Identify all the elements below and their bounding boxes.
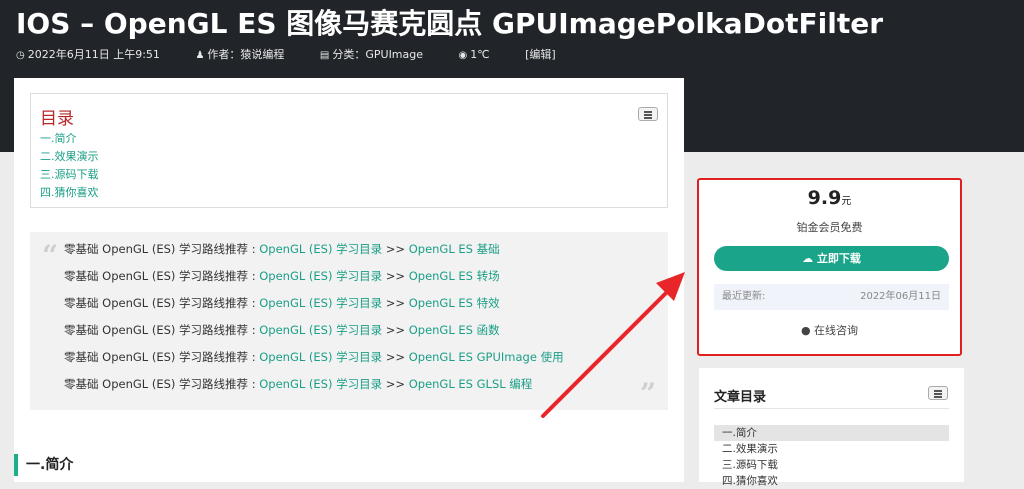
toc-item[interactable]: 四.猜你喜欢 <box>40 184 99 202</box>
clock-icon: ◷ <box>16 50 25 61</box>
quote-line: 零基础 OpenGL (ES) 学习路线推荐 : OpenGL (ES) 学习目… <box>64 377 533 391</box>
toc-list: 一.简介 二.效果演示 三.源码下载 四.猜你喜欢 <box>40 130 99 202</box>
topic-link[interactable]: OpenGL ES 特效 <box>409 296 500 310</box>
toc-item[interactable]: 一.简介 <box>40 130 99 148</box>
quote-lines: 零基础 OpenGL (ES) 学习路线推荐 : OpenGL (ES) 学习目… <box>64 241 564 403</box>
quote-line: 零基础 OpenGL (ES) 学习路线推荐 : OpenGL (ES) 学习目… <box>64 269 500 283</box>
post-meta: ◷ 2022年6月11日 上午9:51 ♟ 作者：猿说编程 ▤ 分类：GPUImage… <box>16 46 572 62</box>
download-button[interactable]: ☁ 立即下载 <box>714 246 949 271</box>
toc-item[interactable]: 二.效果演示 <box>40 148 99 166</box>
learning-path-quote: “ ” 零基础 OpenGL (ES) 学习路线推荐 : OpenGL (ES)… <box>30 232 668 410</box>
sidebar-toc-item[interactable]: 三.源码下载 <box>714 457 949 473</box>
user-icon: ♟ <box>195 50 205 61</box>
sidebar-toc: 文章目录 一.简介 二.效果演示 三.源码下载 四.猜你喜欢 <box>699 368 964 487</box>
download-box: 9.9元 铂金会员免费 ☁ 立即下载 最近更新: 2022年06月11日 ● 在… <box>697 178 962 356</box>
folder-icon: ▤ <box>319 50 330 61</box>
quote-line: 零基础 OpenGL (ES) 学习路线推荐 : OpenGL (ES) 学习目… <box>64 242 500 256</box>
topic-link[interactable]: OpenGL ES GLSL 编程 <box>409 377 533 391</box>
eye-icon: ◉ <box>458 50 468 61</box>
post-title: IOS – OpenGL ES 图像马赛克圆点 GPUImagePolkaDot… <box>16 7 884 40</box>
post-date: ◷ 2022年6月11日 上午9:51 <box>16 48 160 61</box>
quote-open-icon: “ <box>42 239 59 272</box>
post-category[interactable]: ▤ 分类：GPUImage <box>320 48 439 61</box>
learning-index-link[interactable]: OpenGL (ES) 学习目录 <box>259 323 382 337</box>
quote-line: 零基础 OpenGL (ES) 学习路线推荐 : OpenGL (ES) 学习目… <box>64 296 500 310</box>
sidebar-toc-item[interactable]: 四.猜你喜欢 <box>714 473 949 489</box>
list-toggle-icon[interactable] <box>928 386 948 400</box>
sidebar-toc-list: 一.简介 二.效果演示 三.源码下载 四.猜你喜欢 <box>714 425 949 489</box>
learning-index-link[interactable]: OpenGL (ES) 学习目录 <box>259 242 382 256</box>
topic-link[interactable]: OpenGL ES GPUImage 使用 <box>409 350 564 364</box>
post-views: ◉ 1℃ <box>458 48 490 61</box>
article-body: 目录 一.简介 二.效果演示 三.源码下载 四.猜你喜欢 “ ” 零基础 Ope… <box>14 78 684 482</box>
learning-index-link[interactable]: OpenGL (ES) 学习目录 <box>259 296 382 310</box>
learning-index-link[interactable]: OpenGL (ES) 学习目录 <box>259 350 382 364</box>
toc-title: 目录 <box>40 109 74 129</box>
quote-close-icon: ” <box>640 377 657 410</box>
sidebar-toc-item[interactable]: 一.简介 <box>714 425 949 441</box>
price: 9.9元 <box>807 187 852 209</box>
sidebar-toc-title: 文章目录 <box>714 390 767 405</box>
quote-line: 零基础 OpenGL (ES) 学习路线推荐 : OpenGL (ES) 学习目… <box>64 350 564 364</box>
article-toc: 目录 一.简介 二.效果演示 三.源码下载 四.猜你喜欢 <box>30 93 668 208</box>
section-heading: 一.简介 <box>14 454 73 476</box>
topic-link[interactable]: OpenGL ES 基础 <box>409 242 500 256</box>
cloud-download-icon: ☁ <box>802 252 814 265</box>
topic-link[interactable]: OpenGL ES 函数 <box>409 323 500 337</box>
toc-item[interactable]: 三.源码下载 <box>40 166 99 184</box>
edit-link[interactable]: [编辑] <box>525 48 556 61</box>
update-info: 最近更新: 2022年06月11日 <box>714 284 949 310</box>
post-author[interactable]: ♟ 作者：猿说编程 <box>195 48 300 61</box>
quote-line: 零基础 OpenGL (ES) 学习路线推荐 : OpenGL (ES) 学习目… <box>64 323 500 337</box>
topic-link[interactable]: OpenGL ES 转场 <box>409 269 500 283</box>
online-consult-link[interactable]: ● 在线咨询 <box>699 322 960 338</box>
learning-index-link[interactable]: OpenGL (ES) 学习目录 <box>259 377 382 391</box>
learning-index-link[interactable]: OpenGL (ES) 学习目录 <box>259 269 382 283</box>
divider <box>714 408 949 409</box>
list-toggle-icon[interactable] <box>638 107 658 121</box>
sidebar-toc-item[interactable]: 二.效果演示 <box>714 441 949 457</box>
member-free-note: 铂金会员免费 <box>796 221 863 234</box>
chat-icon: ● <box>800 324 811 337</box>
